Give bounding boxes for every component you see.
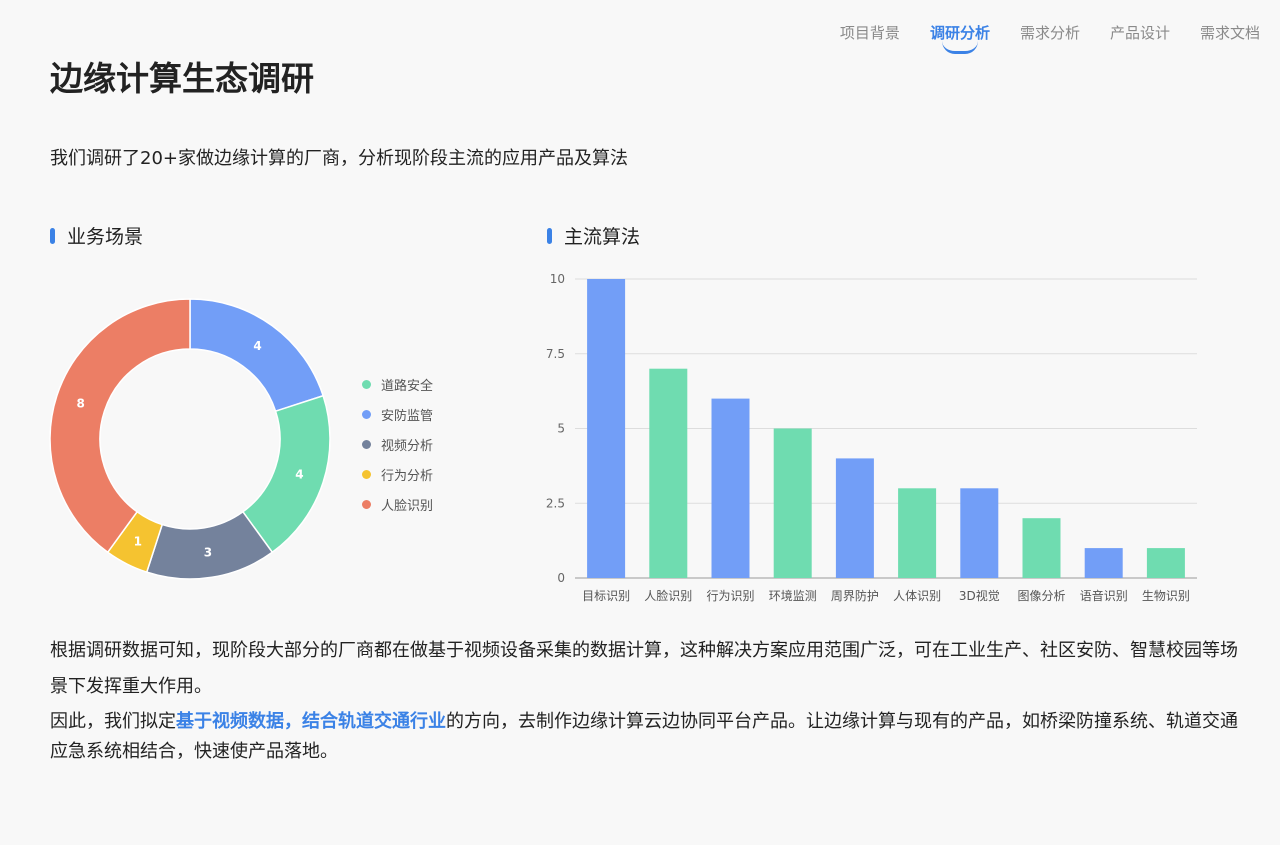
nav-item-product-design[interactable]: 产品设计: [1110, 22, 1170, 43]
legend-dot: [362, 409, 371, 419]
nav-item-label: 需求分析: [1019, 24, 1080, 42]
bar: [1084, 548, 1123, 578]
legend-dot: [362, 439, 371, 449]
section-marker: [547, 227, 552, 244]
x-tick-label: 周界防护: [831, 588, 879, 603]
section-title-algorithms: 主流算法: [547, 222, 640, 249]
nav-item-docs[interactable]: 需求文档: [1200, 22, 1260, 43]
y-tick-label: 0: [557, 571, 565, 585]
x-tick-label: 人脸识别: [644, 589, 692, 603]
x-tick-label: 语音识别: [1080, 588, 1128, 603]
page-subtitle: 我们调研了20+家做边缘计算的厂商，分析现阶段主流的应用产品及算法: [50, 148, 628, 169]
conclusion-paragraph-1: 根据调研数据可知，现阶段大部分的厂商都在做基于视频设备采集的数据计算，这种解决方…: [50, 640, 1238, 697]
section-title-text: 业务场景: [67, 226, 144, 248]
nav-item-background[interactable]: 项目背景: [840, 22, 900, 43]
legend-item[interactable]: 安防监管: [362, 399, 433, 429]
legend-item[interactable]: 人脸识别: [362, 489, 433, 519]
y-tick-label: 10: [550, 272, 565, 286]
active-tab-indicator: [941, 41, 978, 54]
x-tick-label: 目标识别: [582, 589, 630, 603]
legend-dot: [362, 469, 371, 479]
top-nav: 项目背景 调研分析 需求分析 产品设计 需求文档: [840, 22, 1260, 54]
x-tick-label: 行为识别: [706, 589, 754, 603]
bar: [960, 488, 999, 578]
nav-item-requirements[interactable]: 需求分析: [1020, 22, 1080, 43]
y-tick-label: 2.5: [546, 496, 565, 510]
x-tick-label: 生物识别: [1142, 589, 1190, 603]
legend-item[interactable]: 道路安全: [362, 369, 433, 399]
legend-item[interactable]: 行为分析: [362, 459, 433, 489]
section-title-text: 主流算法: [564, 226, 641, 248]
donut-chart: 4 4 3 1 8: [49, 298, 331, 580]
bar: [587, 279, 626, 578]
highlighted-text: 基于视频数据，结合轨道交通行业: [176, 711, 446, 732]
bar-chart: 0 2.5 5 7.5 10 目标识别 人脸识别 行为识别 环境监测 周界防护 人体识别 3D视觉 图像…: [546, 272, 1197, 603]
donut-slice: [189, 298, 325, 413]
bar: [1146, 548, 1185, 578]
y-tick-label: 7.5: [546, 347, 565, 361]
x-tick-label: 图像分析: [1017, 589, 1065, 603]
bar: [1022, 518, 1061, 578]
donut-slice-label: 4: [295, 468, 303, 482]
nav-item-label: 产品设计: [1109, 24, 1170, 42]
nav-item-research[interactable]: 调研分析: [929, 22, 990, 54]
section-marker: [50, 227, 55, 244]
donut-legend: 道路安全安防监管视频分析行为分析人脸识别: [362, 369, 433, 519]
bar: [835, 458, 874, 578]
y-tick-label: 5: [557, 422, 565, 436]
nav-item-label: 调研分析: [929, 24, 990, 42]
conclusion-paragraph-2: 因此，我们拟定基于视频数据，结合轨道交通行业的方向，去制作边缘计算云边协同平台产…: [50, 707, 1250, 767]
legend-dot: [362, 499, 371, 509]
bar: [711, 398, 750, 578]
donut-slice-label: 8: [76, 396, 84, 410]
x-tick-label: 3D视觉: [959, 588, 1000, 603]
page-title: 边缘计算生态调研: [50, 59, 314, 98]
donut-slice-label: 3: [204, 546, 212, 560]
nav-item-label: 项目背景: [839, 24, 900, 42]
bar: [773, 428, 812, 578]
legend-item[interactable]: 视频分析: [362, 429, 433, 459]
legend-label: 行为分析: [381, 468, 434, 484]
paragraph-text: 因此，我们拟定: [50, 711, 176, 732]
legend-label: 安防监管: [381, 408, 434, 424]
bar: [898, 488, 937, 578]
donut-slice-label: 4: [253, 339, 261, 353]
legend-label: 人脸识别: [381, 498, 434, 514]
donut-slice-label: 1: [134, 534, 142, 548]
legend-label: 道路安全: [381, 378, 434, 394]
nav-item-label: 需求文档: [1199, 24, 1260, 42]
bar: [649, 368, 688, 578]
x-tick-label: 环境监测: [769, 588, 817, 603]
legend-label: 视频分析: [381, 438, 434, 454]
section-title-scenarios: 业务场景: [50, 222, 143, 249]
legend-dot: [362, 379, 371, 389]
x-tick-label: 人体识别: [893, 589, 941, 603]
donut-slice: [49, 298, 191, 554]
